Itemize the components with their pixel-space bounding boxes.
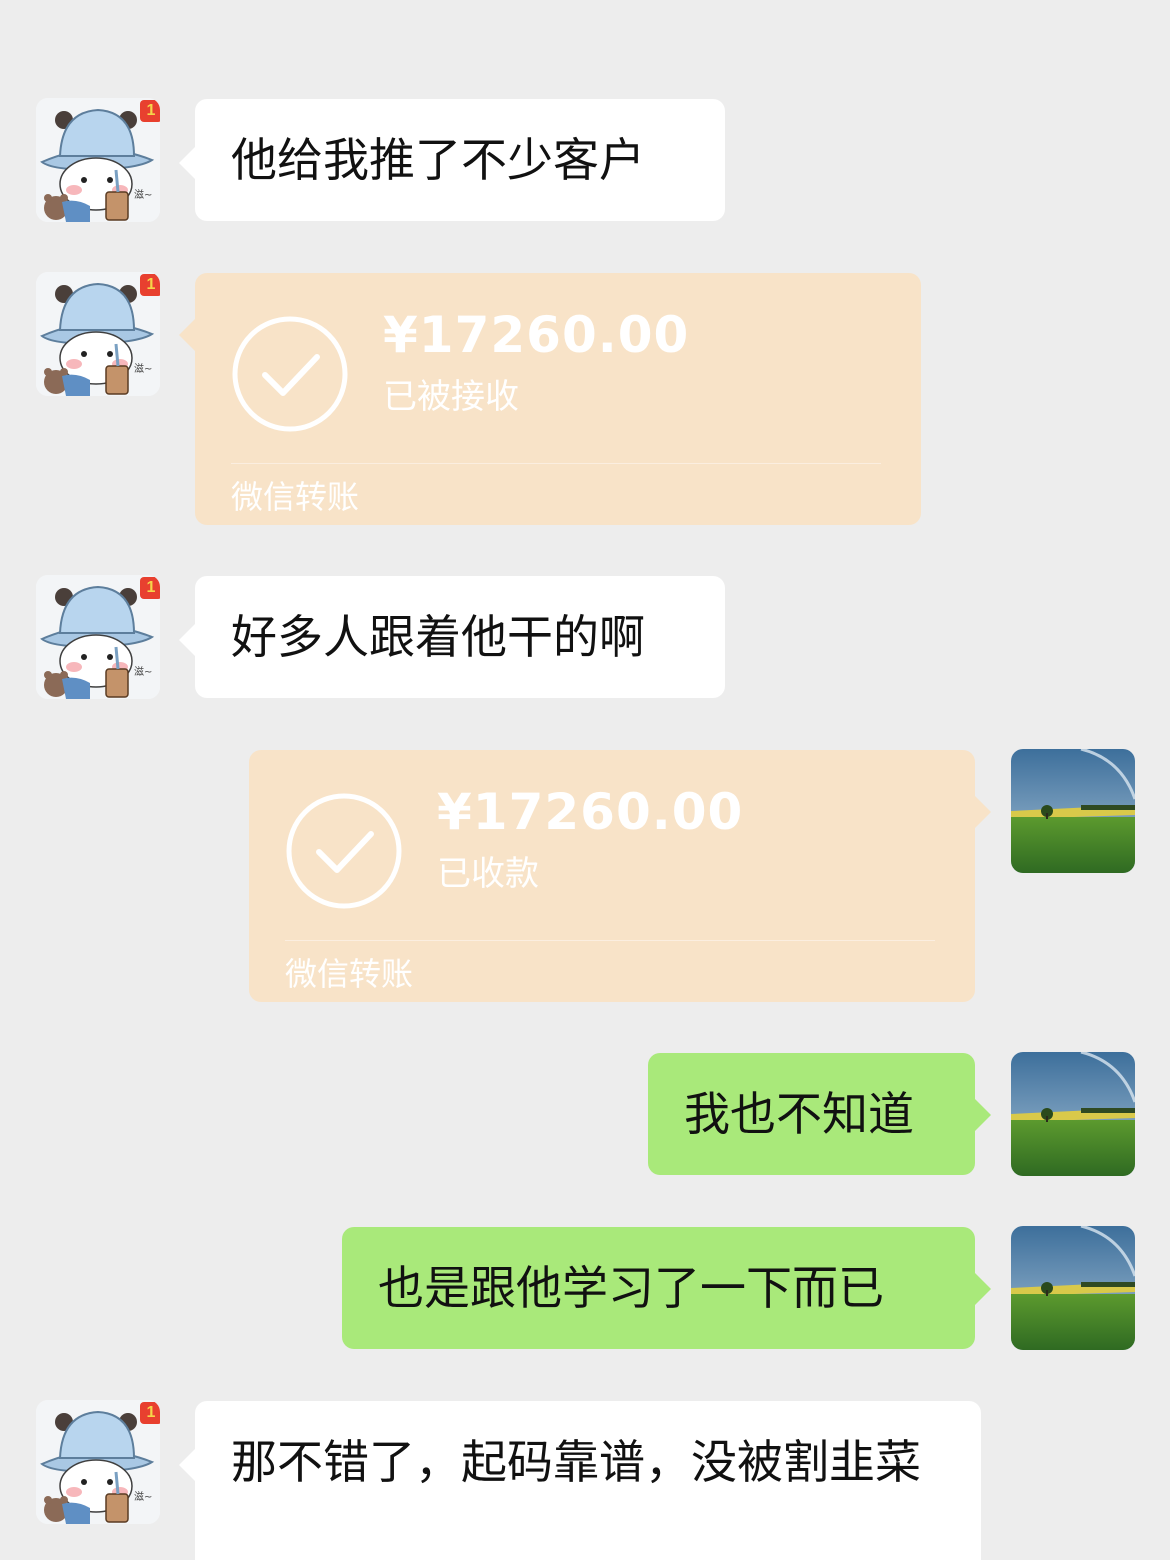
contact-avatar[interactable]: 1 xyxy=(36,98,160,222)
transfer-card[interactable]: ¥17260.00 已被接收 微信转账 xyxy=(179,273,921,525)
transfer-card[interactable]: ¥17260.00 已收款 微信转账 xyxy=(249,750,991,1002)
contact-avatar[interactable]: 1 xyxy=(36,575,160,699)
check-circle-icon xyxy=(231,315,349,433)
transfer-divider xyxy=(285,940,935,941)
message-text: 好多人跟着他干的啊 xyxy=(231,610,645,664)
incoming-message-bubble[interactable]: 那不错了，起码靠谱，没被割韭菜 xyxy=(179,1401,981,1560)
avatar-badge: 1 xyxy=(140,1402,160,1424)
transfer-divider xyxy=(231,463,881,464)
outgoing-message-bubble[interactable]: 我也不知道 xyxy=(648,1053,991,1175)
contact-avatar[interactable]: 1 xyxy=(36,272,160,396)
self-avatar[interactable] xyxy=(1011,1226,1135,1350)
message-text: 我也不知道 xyxy=(684,1087,914,1141)
transfer-label: 微信转账 xyxy=(285,955,414,993)
message-text: 也是跟他学习了一下而已 xyxy=(378,1261,884,1315)
self-avatar[interactable] xyxy=(1011,1052,1135,1176)
contact-avatar[interactable]: 1 xyxy=(36,1400,160,1524)
message-text: 他给我推了不少客户 xyxy=(231,133,645,187)
outgoing-message-bubble[interactable]: 也是跟他学习了一下而已 xyxy=(342,1227,991,1349)
incoming-message-bubble[interactable]: 他给我推了不少客户 xyxy=(179,99,725,221)
avatar-badge: 1 xyxy=(140,100,160,122)
message-text: 那不错了，起码靠谱，没被割韭菜 xyxy=(231,1435,921,1489)
green-field-rainbow-avatar xyxy=(1011,1052,1135,1176)
green-field-rainbow-avatar xyxy=(1011,749,1135,873)
transfer-amount: ¥17260.00 xyxy=(437,783,744,841)
transfer-status: 已收款 xyxy=(437,854,539,894)
avatar-badge: 1 xyxy=(140,577,160,599)
transfer-status: 已被接收 xyxy=(383,377,519,417)
self-avatar[interactable] xyxy=(1011,749,1135,873)
avatar-badge: 1 xyxy=(140,274,160,296)
incoming-message-bubble[interactable]: 好多人跟着他干的啊 xyxy=(179,576,725,698)
transfer-label: 微信转账 xyxy=(231,478,360,516)
green-field-rainbow-avatar xyxy=(1011,1226,1135,1350)
transfer-amount: ¥17260.00 xyxy=(383,306,690,364)
check-circle-icon xyxy=(285,792,403,910)
